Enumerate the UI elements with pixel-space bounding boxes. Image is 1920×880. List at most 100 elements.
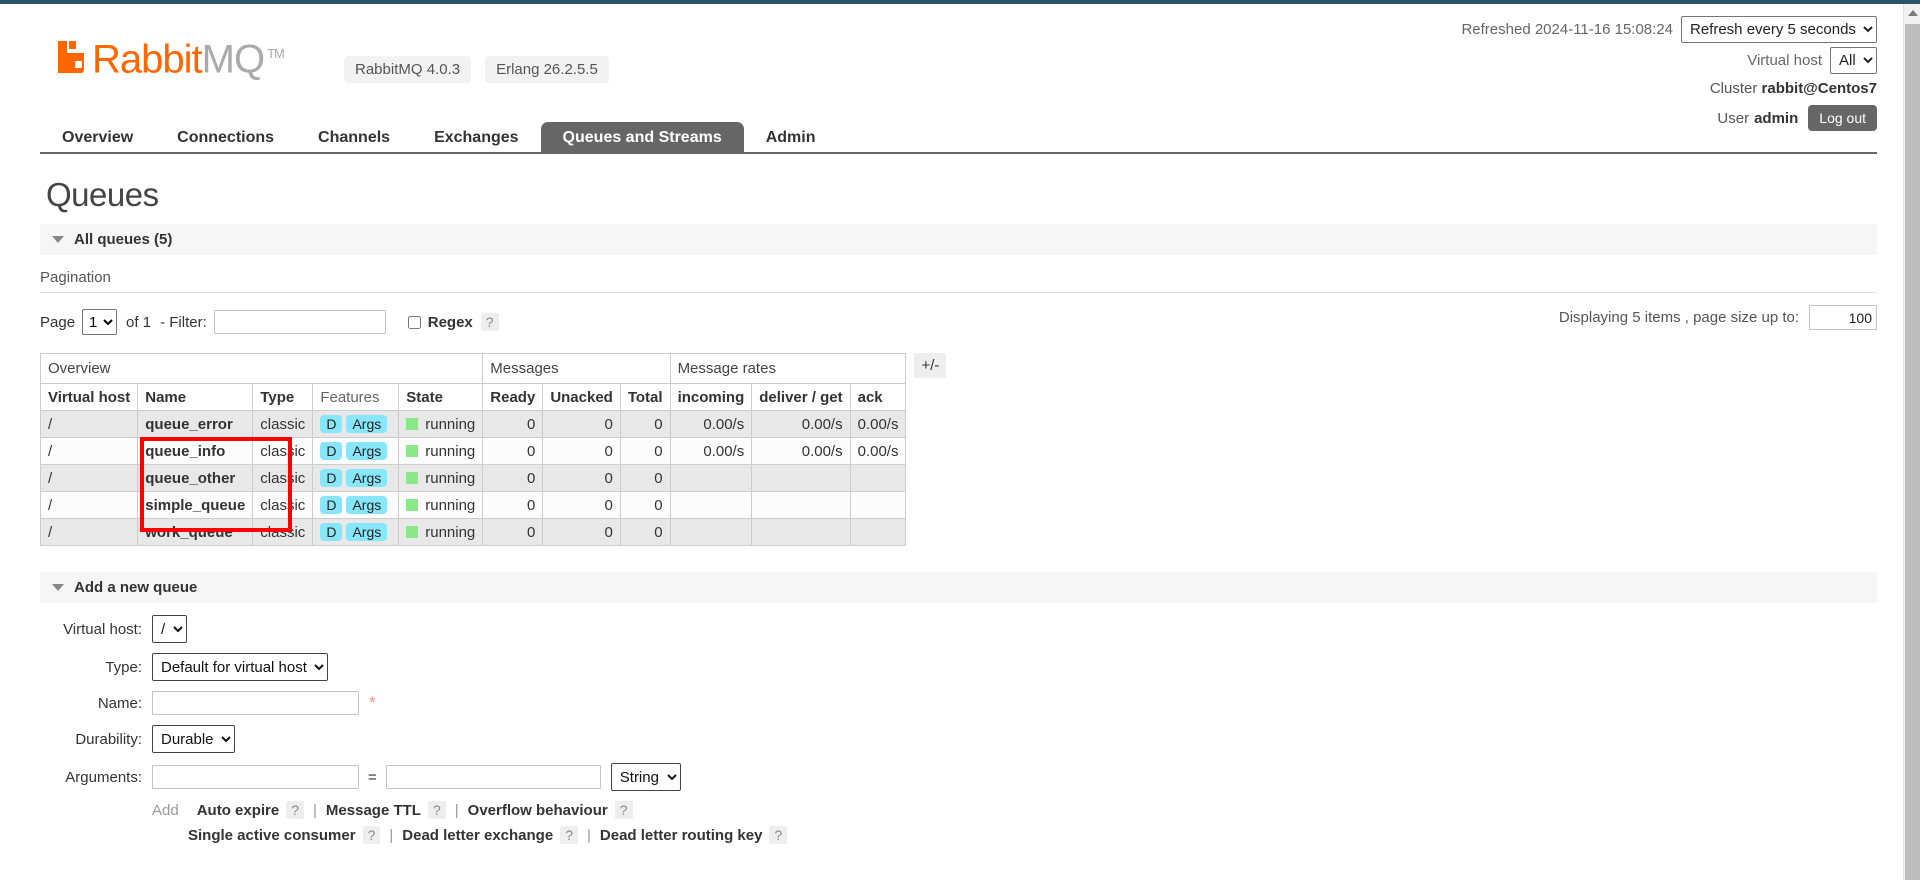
col-features[interactable]: Features <box>312 383 400 411</box>
preset-dead-letter-exchange[interactable]: Dead letter exchange <box>402 827 553 844</box>
cell-deliver-get: 0.00/s <box>751 410 851 438</box>
preset-auto-expire[interactable]: Auto expire <box>197 802 280 819</box>
toggle-columns-button[interactable]: +/- <box>914 353 947 378</box>
preset-single-active-consumer[interactable]: Single active consumer <box>188 827 356 844</box>
single-active-consumer-help-icon[interactable]: ? <box>362 826 381 844</box>
tab-overview[interactable]: Overview <box>40 122 155 154</box>
cell-deliver-get: 0.00/s <box>751 437 851 465</box>
queues-table-head: Overview Messages Message rates Virtual … <box>39 353 907 411</box>
col-total[interactable]: Total <box>619 383 671 411</box>
dead-letter-exchange-help-icon[interactable]: ? <box>560 826 578 844</box>
new-queue-vhost-select[interactable]: / <box>152 615 187 643</box>
group-messages: Messages <box>482 353 671 384</box>
logo-wordmark: RabbitMQ TM <box>92 34 285 79</box>
cell-deliver-get <box>751 464 851 492</box>
add-argument-button[interactable]: Add <box>152 802 179 819</box>
vhost-filter-select[interactable]: All <box>1830 46 1877 74</box>
refreshed-timestamp: Refreshed 2024-11-16 15:08:24 <box>1461 20 1673 38</box>
badge-args[interactable]: Args <box>346 415 388 433</box>
col-deliver-get[interactable]: deliver / get <box>751 383 851 411</box>
table-row[interactable]: / queue_info classic D Args running 0 0 0… <box>39 437 907 465</box>
state-indicator-icon <box>406 499 419 511</box>
argument-value-input[interactable] <box>385 765 601 789</box>
cell-state: running <box>398 437 484 465</box>
table-row[interactable]: / simple_queue classic D Args running 0 0… <box>39 491 907 519</box>
preset-overflow-behaviour[interactable]: Overflow behaviour <box>468 802 608 819</box>
cell-type: classic <box>252 518 314 546</box>
separator: | <box>586 826 591 844</box>
cell-queue-name[interactable]: queue_error <box>137 410 254 438</box>
new-queue-name-input[interactable] <box>152 691 359 715</box>
tab-queues-and-streams[interactable]: Queues and Streams <box>540 122 744 154</box>
badge-args[interactable]: Args <box>346 496 388 514</box>
cell-vhost: / <box>39 491 139 519</box>
form-row-type: Type: Default for virtual host <box>40 653 1877 681</box>
page-size-input[interactable] <box>1809 305 1877 330</box>
col-name[interactable]: Name <box>137 383 254 411</box>
cell-ready: 0 <box>482 410 544 438</box>
argument-presets-row-1: Add Auto expire ? | Message TTL ? | Over… <box>152 801 1877 819</box>
rabbitmq-logo[interactable]: RabbitMQ TM <box>58 34 285 79</box>
table-row[interactable]: / queue_other classic D Args running 0 0 … <box>39 464 907 492</box>
page-header: RabbitMQ TM RabbitMQ 4.0.3 Erlang 26.2.5.… <box>0 4 1903 131</box>
badge-args[interactable]: Args <box>346 523 388 541</box>
badge-args[interactable]: Args <box>346 469 388 487</box>
argument-type-select[interactable]: String <box>610 763 681 791</box>
cell-incoming <box>669 464 753 492</box>
cell-ready: 0 <box>482 464 544 492</box>
cell-features: D Args <box>312 410 400 438</box>
argument-key-input[interactable] <box>152 765 359 789</box>
auto-expire-help-icon[interactable]: ? <box>286 801 305 819</box>
overflow-behaviour-help-icon[interactable]: ? <box>614 801 633 819</box>
tab-admin[interactable]: Admin <box>744 122 838 154</box>
cell-queue-name[interactable]: simple_queue <box>137 491 254 519</box>
all-queues-section-header[interactable]: All queues (5) <box>40 224 1877 255</box>
message-ttl-help-icon[interactable]: ? <box>427 801 446 819</box>
col-incoming[interactable]: incoming <box>669 383 753 411</box>
filter-input[interactable] <box>213 310 386 334</box>
tab-exchanges[interactable]: Exchanges <box>412 122 540 154</box>
col-type[interactable]: Type <box>252 383 314 411</box>
regex-checkbox[interactable] <box>407 315 421 329</box>
preset-dead-letter-routing-key[interactable]: Dead letter routing key <box>600 827 763 844</box>
dead-letter-routing-key-help-icon[interactable]: ? <box>769 826 788 844</box>
cell-ack: 0.00/s <box>849 410 907 438</box>
scroll-up-arrow-icon[interactable] <box>1904 4 1920 21</box>
refresh-interval-select[interactable]: Refresh every 5 seconds <box>1681 15 1877 43</box>
cell-queue-name[interactable]: work_queue <box>137 518 254 546</box>
nav-tab-list: Overview Connections Channels Exchanges … <box>40 122 1877 154</box>
col-ready[interactable]: Ready <box>482 383 544 411</box>
col-state[interactable]: State <box>398 383 484 411</box>
state-label: running <box>425 469 476 487</box>
col-virtual-host[interactable]: Virtual host <box>39 383 139 411</box>
new-queue-durability-select[interactable]: Durable <box>152 725 235 753</box>
badge-durable[interactable]: D <box>320 469 343 487</box>
col-ack[interactable]: ack <box>849 383 907 411</box>
table-row[interactable]: / work_queue classic D Args running 0 0 0 <box>39 518 907 546</box>
cell-incoming <box>669 491 753 519</box>
badge-durable[interactable]: D <box>320 523 343 541</box>
table-row[interactable]: / queue_error classic D Args running 0 0 … <box>39 410 907 438</box>
preset-message-ttl[interactable]: Message TTL <box>326 802 421 819</box>
vertical-scrollbar[interactable] <box>1903 4 1920 880</box>
badge-durable[interactable]: D <box>320 496 343 514</box>
tab-channels[interactable]: Channels <box>296 122 412 154</box>
equals-sign: = <box>368 768 377 786</box>
erlang-version-pill: Erlang 26.2.5.5 <box>485 56 609 83</box>
cell-total: 0 <box>619 437 671 465</box>
regex-help-icon[interactable]: ? <box>480 313 499 331</box>
badge-durable[interactable]: D <box>320 415 343 433</box>
tab-connections[interactable]: Connections <box>155 122 296 154</box>
new-queue-type-select[interactable]: Default for virtual host <box>152 653 328 681</box>
type-field-label: Type: <box>105 658 142 676</box>
scrollbar-thumb[interactable] <box>1905 24 1920 880</box>
cell-queue-name[interactable]: queue_other <box>137 464 254 492</box>
add-queue-section-header[interactable]: Add a new queue <box>40 572 1877 603</box>
queues-table-wrap: Overview Messages Message rates Virtual … <box>39 353 1877 546</box>
badge-args[interactable]: Args <box>346 442 388 460</box>
badge-durable[interactable]: D <box>320 442 343 460</box>
col-unacked[interactable]: Unacked <box>542 383 621 411</box>
cell-queue-name[interactable]: queue_info <box>137 437 254 465</box>
all-queues-label: All queues (5) <box>74 231 173 248</box>
page-number-select[interactable]: 1 <box>82 309 118 335</box>
